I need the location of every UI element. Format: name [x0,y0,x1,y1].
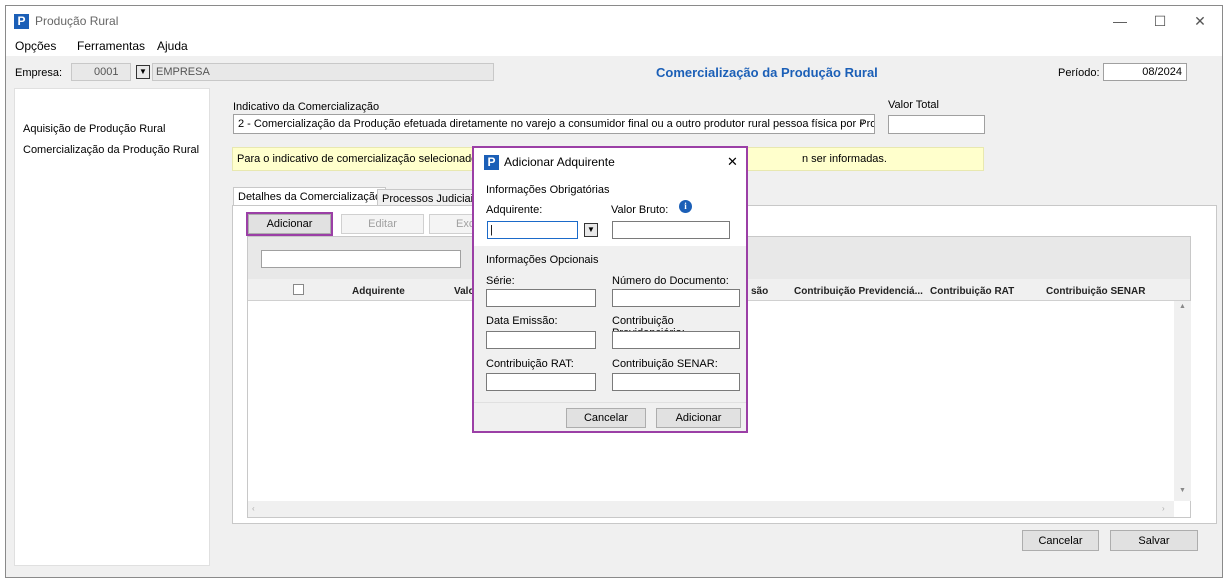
select-all-checkbox[interactable] [293,284,304,295]
menu-ajuda[interactable]: Ajuda [157,39,188,53]
data-emissao-label: Data Emissão: [486,315,558,327]
edit-button[interactable]: Editar [341,214,424,234]
sidebar: Aquisição de Produção Rural Comercializa… [14,88,210,566]
tab-processos[interactable]: Processos Judiciais [377,189,484,206]
required-header: Informações Obrigatórias [486,184,610,196]
numero-documento-input[interactable] [612,289,740,307]
vertical-scrollbar[interactable]: ▲ ▼ [1174,301,1191,501]
dialog-logo-icon: P [484,155,499,170]
menu-opcoes[interactable]: Opções [15,39,56,53]
contribuicao-senar-input[interactable] [612,373,740,391]
periodo-field[interactable]: 08/2024 [1103,63,1187,81]
numero-documento-label: Número do Documento: [612,275,729,287]
sidebar-item-aquisicao[interactable]: Aquisição de Produção Rural [23,123,165,135]
add-button[interactable]: Adicionar [246,212,333,236]
adquirente-input[interactable]: | [487,221,578,239]
chevron-down-icon[interactable]: ∨ [859,117,866,128]
menu-ferramentas[interactable]: Ferramentas [77,39,145,53]
dialog-close-icon[interactable]: ✕ [727,154,738,170]
scroll-right-icon[interactable]: › [1162,504,1165,513]
adquirente-label: Adquirente: [486,204,543,216]
data-emissao-input[interactable] [486,331,596,349]
empresa-name-field: EMPRESA [152,63,494,81]
contribuicao-rat-label: Contribuição RAT: [486,358,574,370]
dialog-title-bar: P Adicionar Adquirente ✕ [474,148,746,176]
company-bar: Empresa: 0001 ▼ EMPRESA Comercialização … [6,56,1222,88]
sidebar-item-comercializacao[interactable]: Comercialização da Produção Rural [23,144,199,156]
save-button[interactable]: Salvar [1110,530,1198,551]
indicativo-label: Indicativo da Comercialização [233,101,380,113]
grid-search-input[interactable] [261,250,461,268]
optional-header: Informações Opcionais [486,254,599,266]
tab-detalhes[interactable]: Detalhes da Comercialização [233,187,387,206]
scroll-up-icon[interactable]: ▲ [1179,303,1186,310]
dialog-footer: Cancelar Adicionar [474,402,746,431]
dialog-title: Adicionar Adquirente [504,155,615,169]
add-adquirente-dialog: P Adicionar Adquirente ✕ Informações Obr… [472,146,748,433]
dialog-add-button[interactable]: Adicionar [656,408,741,428]
section-title: Comercialização da Produção Rural [656,65,878,80]
contribuicao-rat-input[interactable] [486,373,596,391]
adquirente-dropdown-icon[interactable]: ▼ [584,223,598,237]
close-window-button[interactable]: ✕ [1180,6,1220,36]
valor-total-label: Valor Total [888,99,939,111]
scroll-left-icon[interactable]: ‹ [252,504,255,513]
serie-input[interactable] [486,289,596,307]
scroll-down-icon[interactable]: ▼ [1179,487,1186,494]
valor-bruto-label: Valor Bruto: [611,204,669,216]
contribuicao-prev-input[interactable] [612,331,740,349]
col-senar[interactable]: Contribuição SENAR [1046,286,1145,297]
horizontal-scrollbar[interactable]: ‹ › [248,501,1174,517]
empresa-code-field[interactable]: 0001 [71,63,131,81]
col-adquirente[interactable]: Adquirente [352,286,405,297]
dialog-cancel-button[interactable]: Cancelar [566,408,646,428]
title-bar: P Produção Rural — ☐ ✕ [6,6,1222,36]
col-rat[interactable]: Contribuição RAT [930,286,1014,297]
menu-bar: Opções Ferramentas Ajuda [6,36,1222,56]
valor-total-input[interactable] [888,115,985,134]
info-text-right: n ser informadas. [802,153,887,165]
col-emissao[interactable]: são [751,286,768,297]
cancel-button[interactable]: Cancelar [1022,530,1099,551]
col-previdenciaria[interactable]: Contribuição Previdenciá... [794,286,923,297]
empresa-dropdown-icon[interactable]: ▼ [136,65,150,79]
info-text-left: Para o indicativo de comercialização sel… [237,153,496,165]
empresa-label: Empresa: [15,67,63,79]
contribuicao-senar-label: Contribuição SENAR: [612,358,718,370]
window-title: Produção Rural [35,14,119,28]
info-icon[interactable]: i [679,200,692,213]
maximize-button[interactable]: ☐ [1140,6,1180,36]
app-logo-icon: P [14,14,29,29]
minimize-button[interactable]: — [1100,6,1140,36]
indicativo-select[interactable]: 2 - Comercialização da Produção efetuada… [233,114,875,134]
serie-label: Série: [486,275,515,287]
required-section: Informações Obrigatórias Adquirente: | ▼… [474,176,746,246]
valor-bruto-input[interactable] [612,221,730,239]
periodo-label: Período: [1058,67,1100,79]
